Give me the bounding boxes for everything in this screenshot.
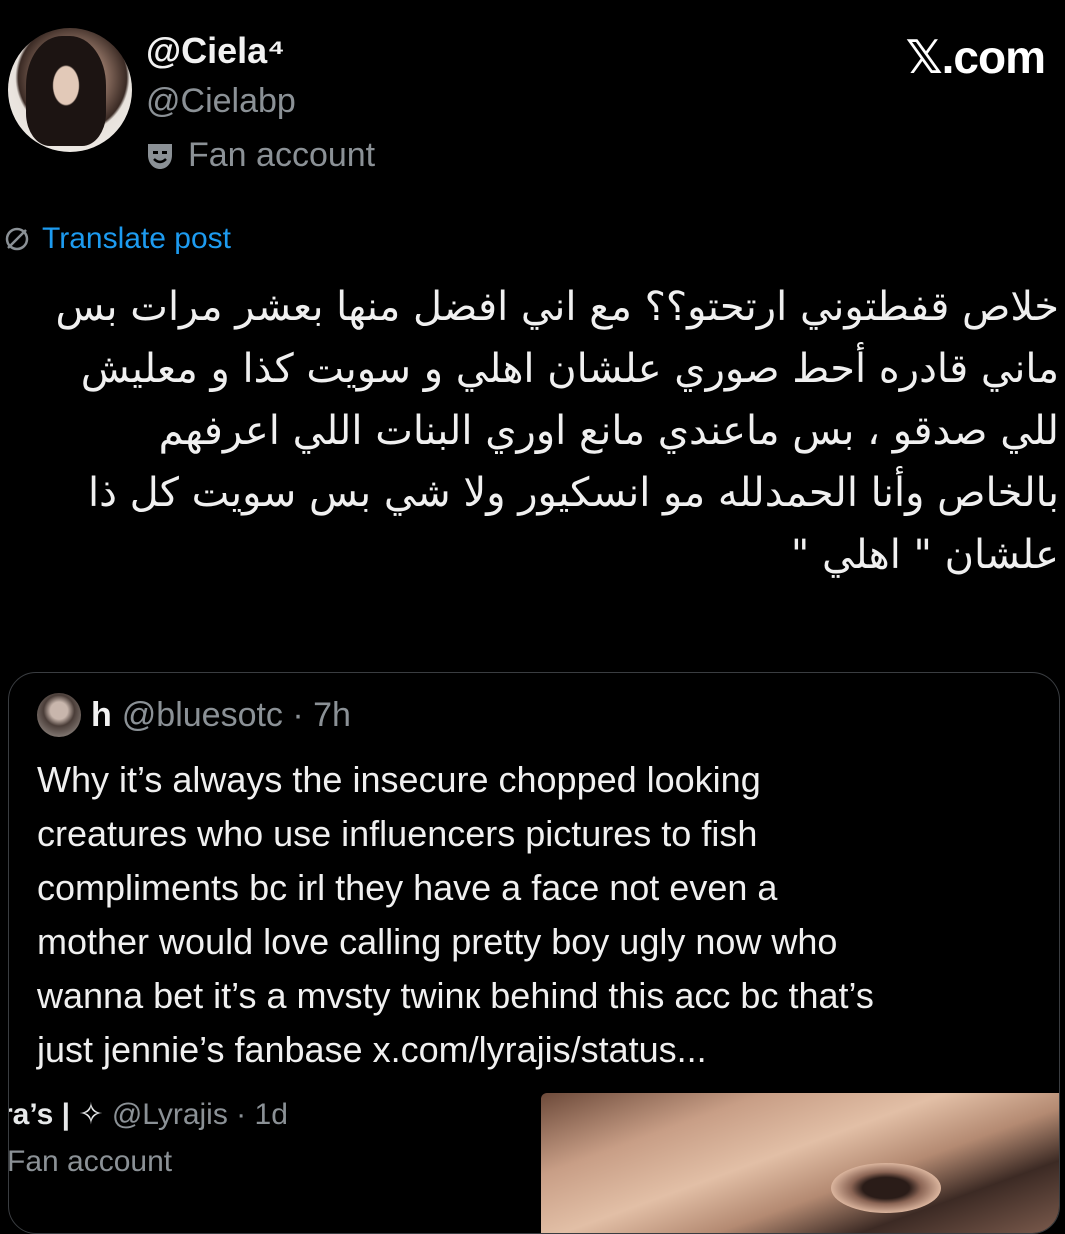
quoted-text-line: Why it’s always the insecure chopped loo… [37,759,761,800]
quoted-handle-time: @bluesotc · 7h [121,695,351,734]
quoted-post-card[interactable]: h @bluesotc · 7h Why it’s always the ins… [8,672,1060,1234]
quoted-text-line: creatures who use influencers pictures t… [37,813,758,854]
quoted-text-line: wanna bet it’s a mvsty twinк behind this… [37,975,874,1016]
account-label-row: Fan account [146,136,375,175]
image-eye-detail [831,1163,941,1213]
quoted-post-header: h @bluesotc · 7h [37,693,351,737]
nested-post-image[interactable] [541,1093,1059,1233]
user-handle[interactable]: @Cielabp [146,82,296,121]
theater-mask-icon [148,143,172,169]
quoted-text-line[interactable]: just jennie’s fanbase x.com/lyrajis/stat… [37,1023,1037,1077]
post-text-line: خلاص قفطتوني ارتحتو؟؟ مع اني افضل منها ب… [55,284,1059,330]
account-label: Fan account [188,136,376,174]
translate-post-link[interactable]: Translate post [4,222,231,256]
translate-post-label[interactable]: Translate post [42,222,231,256]
quoted-avatar[interactable] [37,693,81,737]
display-name[interactable]: @Ciela⁴ [146,30,285,72]
quoted-post-text: Why it’s always the insecure chopped loo… [37,753,1037,1077]
translate-icon [5,227,29,251]
x-logo: 𝕏.com [905,31,1046,83]
post-text-line: بالخاص وأنا الحمدلله مو انسكيور ولا شي ب… [87,470,1059,516]
profile-avatar[interactable] [8,28,132,152]
avatar-photo [26,36,106,146]
post-text-line: علشان " اهلي " [790,532,1059,578]
nested-display-name[interactable]: ra’s | ✧ [9,1098,103,1131]
nested-post-author: ra’s | ✧ @Lyrajis · 1d [9,1097,288,1132]
quoted-text-line: compliments bc irl they have a face not … [37,867,778,908]
post-text: خلاص قفطتوني ارتحتو؟؟ مع اني افضل منها ب… [9,276,1059,586]
post-text-line: للي صدقو ، بس ماعندي مانع اوري البنات ال… [158,408,1059,454]
nested-account-label: Fan account [8,1145,173,1178]
post-text-line: ماني قادره أحط صوري علشان اهلي و سويت كذ… [80,346,1059,392]
quoted-display-name[interactable]: h [91,696,112,735]
quoted-text-line: mother would love calling pretty boy ugl… [37,921,838,962]
nested-handle-time: @Lyrajis · 1d [111,1098,288,1131]
nested-quoted-post[interactable]: ra’s | ✧ @Lyrajis · 1d Fan account [9,1093,1059,1233]
